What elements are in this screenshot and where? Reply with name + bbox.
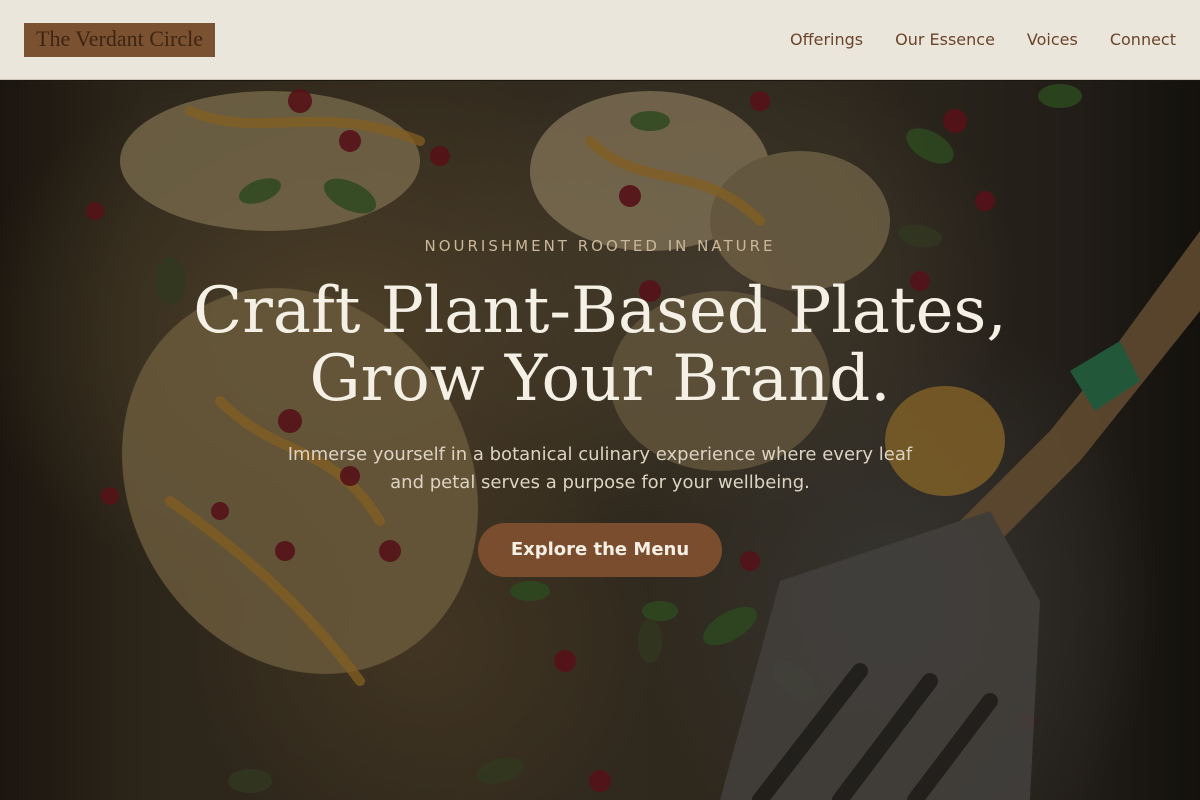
nav-link-connect[interactable]: Connect <box>1110 30 1176 49</box>
nav-link-our-essence[interactable]: Our Essence <box>895 30 995 49</box>
brand-logo[interactable]: The Verdant Circle <box>24 22 215 57</box>
site-header: The Verdant Circle Offerings Our Essence… <box>0 0 1200 80</box>
hero-section: NOURISHMENT ROOTED IN NATURE Craft Plant… <box>0 81 1200 800</box>
nav-link-voices[interactable]: Voices <box>1027 30 1078 49</box>
hero-headline-line-1: Craft Plant-Based Plates, <box>193 274 1007 348</box>
hero-headline: Craft Plant-Based Plates, Grow Your Bran… <box>0 277 1200 413</box>
hero-content: NOURISHMENT ROOTED IN NATURE Craft Plant… <box>0 81 1200 800</box>
nav-link-offerings[interactable]: Offerings <box>790 30 863 49</box>
explore-menu-button[interactable]: Explore the Menu <box>478 523 722 577</box>
hero-subheadline: Immerse yourself in a botanical culinary… <box>287 444 913 493</box>
main-nav: Offerings Our Essence Voices Connect <box>790 30 1176 49</box>
hero-tagline: NOURISHMENT ROOTED IN NATURE <box>424 237 776 255</box>
hero-headline-line-2: Grow Your Brand. <box>309 342 891 416</box>
